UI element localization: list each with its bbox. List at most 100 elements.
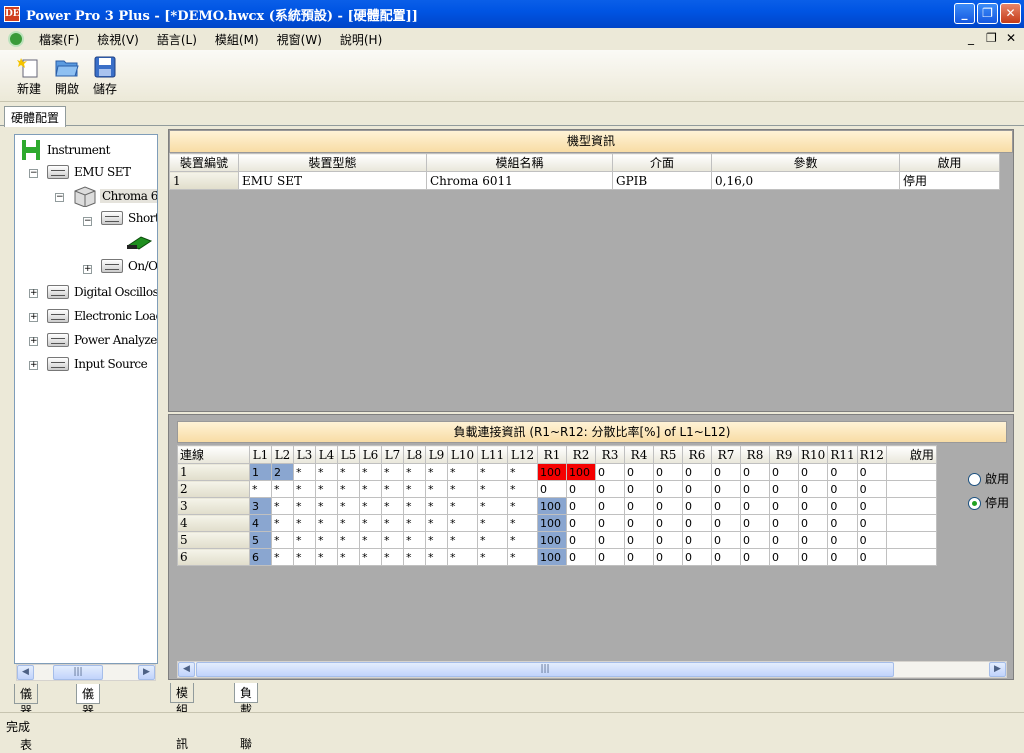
load-cell[interactable]: * bbox=[403, 531, 426, 549]
load-cell[interactable]: * bbox=[507, 548, 538, 566]
expand-icon[interactable]: + bbox=[29, 337, 38, 346]
tree-item-emu-set[interactable]: EMU SET bbox=[47, 165, 131, 179]
load-cell[interactable]: * bbox=[359, 480, 382, 498]
cell[interactable]: EMU SET bbox=[238, 171, 427, 190]
col-l8[interactable]: L8 bbox=[403, 445, 426, 464]
load-cell[interactable]: * bbox=[315, 531, 338, 549]
load-cell[interactable]: * bbox=[293, 548, 316, 566]
open-button[interactable]: 開啟 bbox=[48, 50, 86, 101]
ratio-cell[interactable]: 0 bbox=[595, 463, 625, 481]
load-cell[interactable]: * bbox=[271, 514, 294, 532]
load-cell[interactable]: * bbox=[425, 497, 448, 515]
load-cell[interactable]: * bbox=[507, 463, 538, 481]
row-header[interactable]: 3 bbox=[177, 497, 250, 515]
col-l10[interactable]: L10 bbox=[447, 445, 478, 464]
ratio-cell[interactable]: 0 bbox=[624, 531, 654, 549]
ratio-cell[interactable]: 0 bbox=[856, 463, 887, 481]
col-l12[interactable]: L12 bbox=[507, 445, 538, 464]
load-cell[interactable]: * bbox=[359, 497, 382, 515]
col-device-type[interactable]: 裝置型態 bbox=[238, 153, 427, 172]
load-cell[interactable]: * bbox=[381, 514, 404, 532]
menu-window[interactable]: 視窗(W) bbox=[268, 31, 331, 48]
ratio-cell[interactable]: 0 bbox=[769, 531, 799, 549]
load-cell[interactable]: * bbox=[271, 548, 294, 566]
load-cell[interactable]: * bbox=[447, 463, 478, 481]
col-enable[interactable]: 啟用 bbox=[885, 445, 937, 464]
ratio-cell[interactable]: 0 bbox=[740, 480, 770, 498]
ratio-cell[interactable]: 0 bbox=[740, 463, 770, 481]
ratio-cell[interactable]: 0 bbox=[595, 548, 625, 566]
ratio-cell[interactable]: 0 bbox=[856, 497, 887, 515]
ratio-cell[interactable]: 0 bbox=[624, 497, 654, 515]
load-cell[interactable]: * bbox=[337, 531, 360, 549]
ratio-cell[interactable]: 0 bbox=[682, 548, 712, 566]
expand-icon[interactable]: + bbox=[29, 313, 38, 322]
col-l5[interactable]: L5 bbox=[337, 445, 360, 464]
collapse-icon[interactable]: − bbox=[83, 217, 92, 226]
table-row[interactable]: 3 3 * * * * * * * * * * * 100 0 0 0 0 0 0 0 0 0 0 0 bbox=[177, 497, 937, 515]
close-button[interactable]: ✕ bbox=[1000, 3, 1021, 24]
ratio-cell[interactable]: 0 bbox=[595, 480, 625, 498]
table-row[interactable]: 1 1 2 * * * * * * * * * * 100 100 0 0 0 0 0 0 0 0 0 0 bbox=[177, 463, 937, 481]
load-cell[interactable]: * bbox=[381, 497, 404, 515]
load-cell[interactable]: * bbox=[425, 531, 448, 549]
ratio-cell[interactable]: 0 bbox=[797, 531, 829, 549]
col-r9[interactable]: R9 bbox=[769, 445, 799, 464]
radio-disable[interactable] bbox=[968, 497, 981, 510]
load-cell[interactable]: * bbox=[477, 480, 508, 498]
cell[interactable]: Chroma 6011 bbox=[426, 171, 613, 190]
expand-icon[interactable]: + bbox=[29, 361, 38, 370]
col-r12[interactable]: R12 bbox=[856, 445, 887, 464]
ratio-cell[interactable]: 0 bbox=[769, 480, 799, 498]
load-cell[interactable]: 6 bbox=[249, 548, 272, 566]
tab-load-parallel[interactable]: 負載並聯 bbox=[234, 683, 259, 751]
enable-cell[interactable] bbox=[885, 480, 937, 498]
load-cell[interactable]: * bbox=[447, 548, 478, 566]
load-cell[interactable]: 5 bbox=[249, 531, 272, 549]
col-interface[interactable]: 介面 bbox=[612, 153, 712, 172]
tree-item-electronic-load[interactable]: Electronic Load bbox=[47, 309, 157, 323]
load-cell[interactable]: * bbox=[447, 497, 478, 515]
load-cell[interactable]: * bbox=[403, 480, 426, 498]
enable-cell[interactable] bbox=[885, 497, 937, 515]
ratio-cell[interactable]: 0 bbox=[856, 548, 887, 566]
ratio-cell[interactable]: 100 bbox=[537, 463, 567, 481]
col-l6[interactable]: L6 bbox=[359, 445, 382, 464]
app-menu-icon[interactable] bbox=[8, 31, 24, 47]
ratio-cell[interactable]: 100 bbox=[537, 548, 567, 566]
load-cell[interactable]: * bbox=[447, 514, 478, 532]
load-cell[interactable]: * bbox=[359, 514, 382, 532]
load-cell[interactable]: * bbox=[337, 548, 360, 566]
load-cell[interactable]: * bbox=[337, 480, 360, 498]
ratio-cell[interactable]: 0 bbox=[769, 463, 799, 481]
load-cell[interactable]: * bbox=[403, 514, 426, 532]
load-cell[interactable]: * bbox=[249, 480, 272, 498]
enable-cell[interactable] bbox=[885, 463, 937, 481]
tab-instrument-tree[interactable]: 儀器樹 bbox=[76, 684, 101, 735]
load-cell[interactable]: * bbox=[271, 480, 294, 498]
tab-instrument-list[interactable]: 儀器列表 bbox=[14, 684, 39, 752]
ratio-cell[interactable]: 0 bbox=[624, 548, 654, 566]
radio-enable[interactable] bbox=[968, 473, 981, 486]
scroll-thumb[interactable]: ||| bbox=[53, 665, 103, 680]
collapse-icon[interactable]: − bbox=[29, 169, 38, 178]
load-cell[interactable]: * bbox=[293, 480, 316, 498]
scroll-right-icon[interactable]: ▶ bbox=[138, 665, 155, 680]
load-cell[interactable]: * bbox=[403, 548, 426, 566]
ratio-cell[interactable]: 0 bbox=[566, 514, 596, 532]
tree-item-onoff[interactable]: On/Off bbox=[101, 259, 157, 273]
load-cell[interactable]: * bbox=[447, 480, 478, 498]
scroll-right-icon[interactable]: ▶ bbox=[989, 662, 1006, 677]
load-cell[interactable]: * bbox=[381, 463, 404, 481]
ratio-cell[interactable]: 0 bbox=[537, 480, 567, 498]
ratio-cell[interactable]: 0 bbox=[682, 480, 712, 498]
load-cell[interactable]: * bbox=[359, 463, 382, 481]
load-cell[interactable]: * bbox=[271, 531, 294, 549]
row-header[interactable]: 4 bbox=[177, 514, 250, 532]
ratio-cell[interactable]: 0 bbox=[769, 548, 799, 566]
ratio-cell[interactable]: 0 bbox=[740, 514, 770, 532]
ratio-cell[interactable]: 0 bbox=[595, 497, 625, 515]
table-row[interactable]: 5 5 * * * * * * * * * * * 100 0 0 0 0 0 0 0 0 0 0 0 bbox=[177, 531, 937, 549]
col-module-name[interactable]: 模組名稱 bbox=[426, 153, 613, 172]
ratio-cell[interactable]: 0 bbox=[827, 497, 858, 515]
